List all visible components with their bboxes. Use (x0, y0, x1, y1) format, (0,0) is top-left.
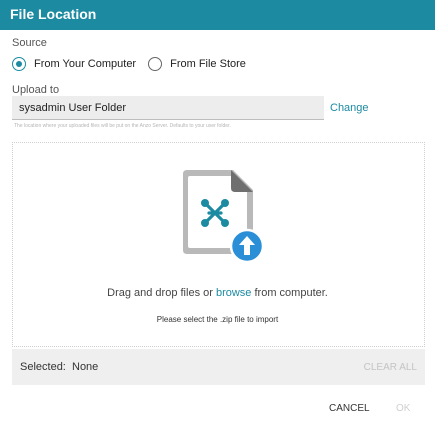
ok-button[interactable]: OK (396, 403, 410, 414)
selected-value: None (72, 361, 99, 373)
zip-file-note: Please select the .zip file to import (156, 315, 279, 324)
source-label: Source (12, 37, 47, 49)
radio-from-file-store[interactable]: From File Store (148, 57, 246, 71)
drop-text-after: from computer. (251, 287, 328, 299)
clear-all-button[interactable]: CLEAR ALL (364, 362, 417, 373)
dialog-title: File Location (10, 6, 97, 22)
cancel-button[interactable]: CANCEL (329, 403, 370, 414)
source-radio-group: From Your Computer From File Store (12, 56, 246, 72)
radio-checked-icon (12, 57, 26, 71)
selection-bar: Selected: None CLEAR ALL (12, 349, 425, 385)
dialog-header: File Location (0, 0, 435, 30)
change-location-link[interactable]: Change (330, 102, 369, 114)
selected-status: Selected: None (20, 361, 98, 373)
drop-text-before: Drag and drop files or (107, 287, 216, 299)
browse-link[interactable]: browse (216, 287, 251, 299)
radio-unchecked-icon (148, 57, 163, 71)
file-upload-icon (183, 170, 265, 264)
radio-label-from-your-computer: From Your Computer (34, 58, 137, 70)
upload-hint: The location where your uploaded files w… (14, 123, 231, 129)
radio-label-from-file-store: From File Store (170, 58, 246, 70)
radio-from-your-computer[interactable]: From Your Computer (12, 57, 136, 71)
drop-instructions: Drag and drop files or browse from compu… (0, 287, 435, 299)
upload-to-label: Upload to (12, 84, 60, 96)
upload-location-field[interactable]: sysadmin User Folder (12, 96, 324, 120)
upload-location-value: sysadmin User Folder (19, 102, 126, 114)
selected-label: Selected: (20, 361, 66, 373)
